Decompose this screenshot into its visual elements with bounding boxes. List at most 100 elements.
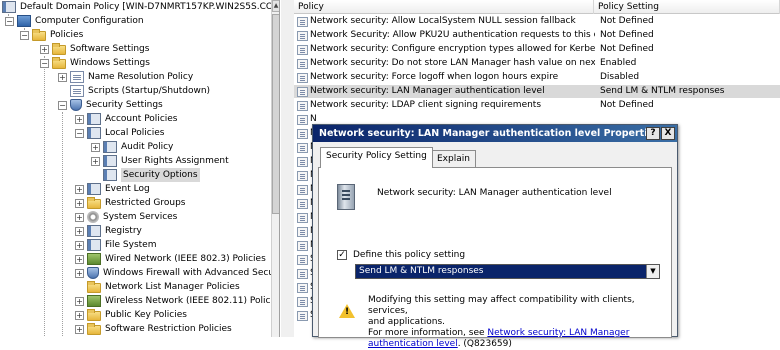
policy-icon bbox=[297, 31, 308, 41]
expand-icon[interactable]: + bbox=[75, 296, 84, 306]
expand-icon[interactable]: + bbox=[75, 254, 84, 264]
collapse-icon[interactable]: − bbox=[75, 128, 84, 138]
expand-icon[interactable]: + bbox=[75, 310, 84, 320]
table-row[interactable]: Network security: Do not store LAN Manag… bbox=[294, 57, 780, 70]
close-button[interactable]: X bbox=[661, 127, 675, 140]
expand-icon[interactable]: + bbox=[75, 184, 84, 194]
policy-icon bbox=[297, 171, 308, 181]
tree-item-event-log[interactable]: + Event Log bbox=[75, 182, 150, 196]
policy-name: Network security: LAN Manager authentica… bbox=[377, 188, 612, 198]
tree-item-wireless-network[interactable]: + Wireless Network (IEEE 802.11) Policie… bbox=[75, 294, 279, 308]
policy-icon bbox=[297, 255, 308, 265]
tree-item-security-settings[interactable]: − Security Settings bbox=[58, 98, 163, 112]
policy-icon bbox=[297, 241, 308, 251]
policy-name-cell: Network security: Configure encryption t… bbox=[310, 44, 595, 54]
expand-icon[interactable]: + bbox=[75, 268, 84, 278]
expand-icon[interactable]: + bbox=[75, 114, 84, 124]
tree-item-network-list-manager[interactable]: Network List Manager Policies bbox=[75, 280, 240, 294]
tree-item-software-restriction[interactable]: + Software Restriction Policies bbox=[75, 322, 232, 336]
column-header-policy[interactable]: Policy bbox=[294, 0, 594, 14]
table-row[interactable]: Network security: Allow LocalSystem NULL… bbox=[294, 15, 780, 28]
folder-icon bbox=[52, 43, 66, 55]
tree-scrollbar[interactable]: ▲ bbox=[271, 0, 279, 337]
expand-icon[interactable]: + bbox=[75, 198, 84, 208]
column-header-policy-setting[interactable]: Policy Setting bbox=[594, 0, 780, 14]
tree-item-user-rights-assignment[interactable]: + User Rights Assignment bbox=[91, 154, 229, 168]
auth-level-select[interactable]: Send LM & NTLM responses ▼ bbox=[355, 264, 660, 279]
tree-connector bbox=[44, 56, 45, 336]
tree-item-scripts[interactable]: Scripts (Startup/Shutdown) bbox=[58, 84, 210, 98]
folder-icon bbox=[87, 309, 101, 321]
expand-icon[interactable]: + bbox=[91, 156, 100, 166]
tab-security-policy-setting[interactable]: Security Policy Setting bbox=[320, 147, 433, 168]
scroll-up-icon[interactable]: ▲ bbox=[272, 0, 279, 12]
expand-icon[interactable]: + bbox=[75, 226, 84, 236]
warning-info-line: authentication level. (Q823659) bbox=[368, 339, 658, 350]
dialog-title-bar[interactable]: Network security: LAN Manager authentica… bbox=[313, 125, 677, 142]
tree-item-account-policies[interactable]: + Account Policies bbox=[75, 112, 178, 126]
policy-icon bbox=[297, 45, 308, 55]
expand-icon[interactable]: + bbox=[75, 240, 84, 250]
warning-line: Modifying this setting may affect compat… bbox=[368, 295, 635, 316]
splitter[interactable] bbox=[281, 0, 294, 337]
collapse-icon[interactable]: − bbox=[40, 58, 49, 68]
expand-icon[interactable]: + bbox=[91, 142, 100, 152]
tree-item-security-options[interactable]: Security Options bbox=[91, 168, 200, 182]
policy-setting-cell: Enabled bbox=[600, 58, 637, 68]
expand-icon[interactable]: + bbox=[58, 72, 67, 82]
expand-icon[interactable]: + bbox=[40, 44, 49, 54]
tree-item-local-policies[interactable]: − Local Policies bbox=[75, 126, 164, 140]
document-icon bbox=[70, 71, 84, 83]
table-row[interactable]: Network Security: Allow PKU2U authentica… bbox=[294, 29, 780, 42]
policy-icon bbox=[297, 297, 308, 307]
tree-item-audit-policy[interactable]: + Audit Policy bbox=[91, 140, 173, 154]
policy-icon bbox=[297, 283, 308, 293]
collapse-icon[interactable]: − bbox=[20, 30, 29, 40]
tree-item-windows-settings[interactable]: − Windows Settings bbox=[40, 56, 150, 70]
expand-icon[interactable]: + bbox=[75, 324, 84, 334]
tree-item-windows-firewall[interactable]: + Windows Firewall with Advanced Securit… bbox=[75, 266, 279, 280]
network-icon bbox=[87, 253, 101, 265]
tree-item-label: Default Domain Policy [WIN-D7NMRT157KP.W… bbox=[20, 2, 280, 12]
tree-item-registry[interactable]: + Registry bbox=[75, 224, 142, 238]
define-policy-checkbox[interactable]: ✓ bbox=[337, 250, 347, 260]
policy-icon bbox=[297, 143, 308, 153]
tree-item-name-resolution-policy[interactable]: + Name Resolution Policy bbox=[58, 70, 193, 84]
table-row[interactable]: Network security: Configure encryption t… bbox=[294, 43, 780, 56]
expand-icon[interactable]: + bbox=[75, 212, 84, 222]
define-policy-row[interactable]: ✓ Define this policy setting bbox=[337, 250, 465, 260]
tree-item-public-key-policies[interactable]: + Public Key Policies bbox=[75, 308, 187, 322]
tree-item-system-services[interactable]: + System Services bbox=[75, 210, 177, 224]
table-row[interactable]: Network security: Force logoff when logo… bbox=[294, 71, 780, 84]
policy-icon bbox=[297, 269, 308, 279]
policy-icon bbox=[297, 129, 308, 139]
tree-item-label: Computer Configuration bbox=[35, 16, 144, 26]
dialog-title: Network security: LAN Manager authentica… bbox=[319, 128, 660, 139]
policy-setting-cell: Not Defined bbox=[600, 16, 654, 26]
policy-icon bbox=[297, 185, 308, 195]
policy-icon bbox=[297, 87, 308, 97]
policy-setting-cell: Disabled bbox=[600, 72, 640, 82]
table-row[interactable]: Network security: LAN Manager authentica… bbox=[294, 85, 780, 98]
chevron-down-icon[interactable]: ▼ bbox=[646, 265, 659, 278]
tree-item-restricted-groups[interactable]: + Restricted Groups bbox=[75, 196, 185, 210]
tree-item-default-domain-policy[interactable]: Default Domain Policy [WIN-D7NMRT157KP.W… bbox=[2, 0, 280, 14]
tree-item-policies[interactable]: − Policies bbox=[20, 28, 83, 42]
policy-setting-cell: Not Defined bbox=[600, 44, 654, 54]
properties-dialog: Network security: LAN Manager authentica… bbox=[312, 124, 678, 349]
tree-item-software-settings[interactable]: + Software Settings bbox=[40, 42, 149, 56]
help-link[interactable]: authentication level bbox=[368, 339, 458, 349]
tree-item-label: File System bbox=[105, 240, 157, 250]
tab-explain[interactable]: Explain bbox=[431, 150, 476, 167]
tree-item-computer-configuration[interactable]: − Computer Configuration bbox=[5, 14, 144, 28]
shield-icon bbox=[70, 99, 82, 111]
tree-item-file-system[interactable]: + File System bbox=[75, 238, 156, 252]
collapse-icon[interactable]: − bbox=[5, 16, 14, 26]
scrollbar-thumb[interactable] bbox=[272, 14, 279, 214]
tree-item-wired-network[interactable]: + Wired Network (IEEE 802.3) Policies bbox=[75, 252, 266, 266]
book-icon bbox=[87, 225, 101, 237]
help-button[interactable]: ? bbox=[646, 127, 660, 140]
collapse-icon[interactable]: − bbox=[58, 100, 67, 110]
tree-item-label: Event Log bbox=[105, 184, 150, 194]
table-row[interactable]: Network security: LDAP client signing re… bbox=[294, 99, 780, 112]
